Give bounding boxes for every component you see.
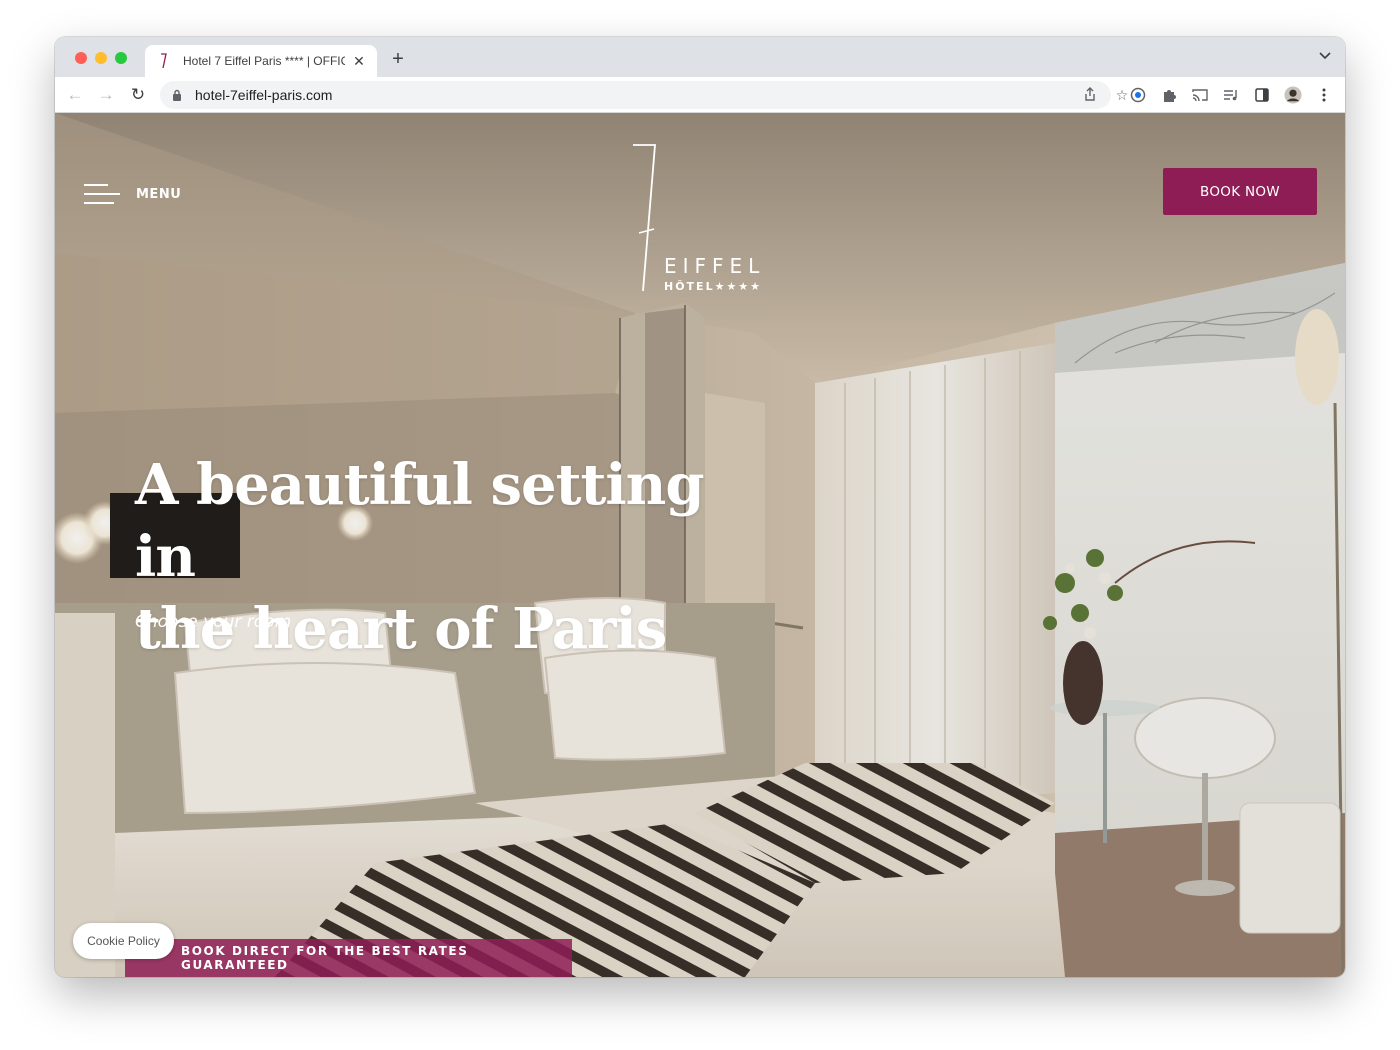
book-now-button[interactable]: BOOK NOW [1163, 168, 1317, 215]
favicon-icon [157, 53, 171, 69]
back-arrow-icon[interactable]: ← [65, 85, 85, 105]
kebab-menu-icon[interactable] [1315, 86, 1333, 104]
tab-active[interactable]: Hotel 7 Eiffel Paris **** | OFFIC ✕ [145, 45, 377, 77]
hamburger-icon [84, 182, 120, 206]
reload-icon[interactable]: ↻ [128, 85, 148, 105]
zoom-window-button[interactable] [115, 52, 127, 64]
extension-sync-icon[interactable] [1129, 86, 1147, 104]
browser-toolbar: ← → ↻ hotel-7eiffel-paris.com ☆ [55, 77, 1345, 113]
address-bar[interactable]: hotel-7eiffel-paris.com ☆ [160, 81, 1128, 109]
cookie-policy-button[interactable]: Cookie Policy [73, 923, 174, 959]
logo-subtitle: HÔTEL★★★★ [664, 280, 763, 293]
extension-icon[interactable] [1160, 86, 1178, 104]
media-icon[interactable] [1222, 86, 1240, 104]
hero-headline: A beautiful setting in the heart of Pari… [135, 449, 735, 665]
share-icon[interactable] [1081, 87, 1099, 104]
tab-search-icon[interactable] [1319, 49, 1331, 63]
promo-banner[interactable]: BOOK DIRECT FOR THE BEST RATES GUARANTEE… [125, 939, 572, 977]
cast-icon[interactable] [1191, 86, 1209, 104]
choose-room-link[interactable]: Choose your room [135, 612, 291, 632]
url-text: hotel-7eiffel-paris.com [195, 87, 333, 103]
minimize-window-button[interactable] [95, 52, 107, 64]
sidepanel-icon[interactable] [1253, 86, 1271, 104]
tab-title: Hotel 7 Eiffel Paris **** | OFFIC [183, 54, 345, 68]
lock-icon [172, 88, 186, 102]
headline-line-1: A beautiful setting in [135, 452, 704, 590]
avatar[interactable] [1284, 86, 1302, 104]
tab-strip: Hotel 7 Eiffel Paris **** | OFFIC ✕ + [55, 37, 1345, 77]
web-page: MENU EIFFEL HÔTEL★★★★ BOOK NOW A beautif… [55, 113, 1345, 977]
promo-text: BOOK DIRECT FOR THE BEST RATES GUARANTEE… [181, 944, 469, 972]
tab-close-icon[interactable]: ✕ [351, 53, 367, 70]
menu-label: MENU [136, 186, 182, 202]
logo-wordmark: EIFFEL [664, 254, 766, 278]
menu-button[interactable]: MENU [84, 182, 181, 206]
new-tab-button[interactable]: + [388, 48, 408, 70]
browser-window: Hotel 7 Eiffel Paris **** | OFFIC ✕ + ← … [55, 37, 1345, 977]
close-window-button[interactable] [75, 52, 87, 64]
forward-arrow-icon[interactable]: → [96, 85, 116, 105]
